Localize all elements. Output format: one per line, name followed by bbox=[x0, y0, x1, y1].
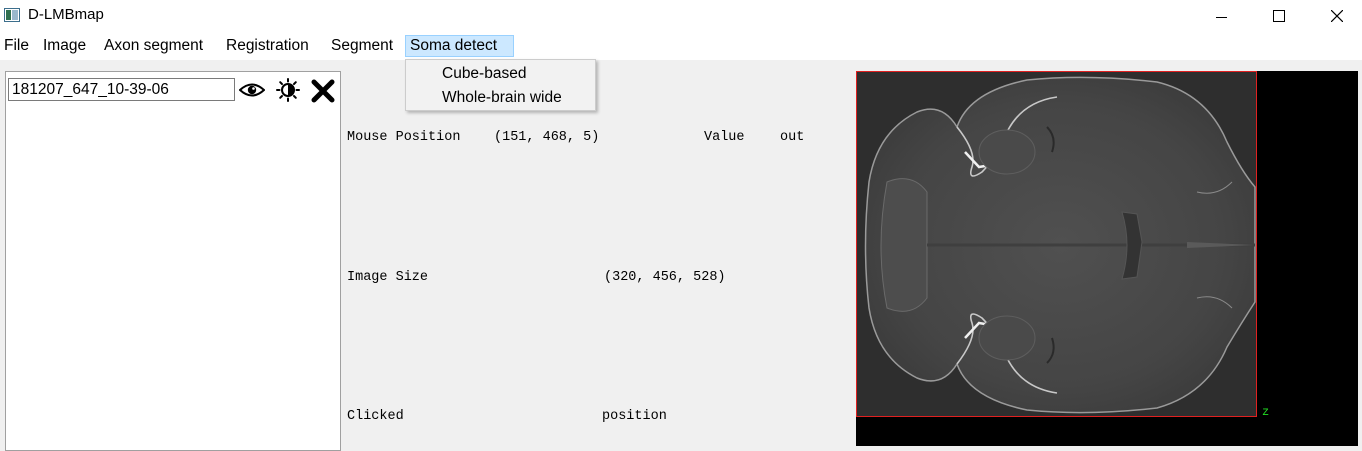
menu-axon-segment[interactable]: Axon segment bbox=[100, 35, 207, 57]
menu-segment[interactable]: Segment bbox=[327, 35, 397, 57]
layer-panel bbox=[5, 71, 341, 451]
maximize-button[interactable] bbox=[1256, 0, 1302, 32]
clicked-label: Clicked bbox=[347, 409, 404, 424]
clicked-position: position bbox=[602, 409, 667, 424]
menu-item-cube-based[interactable]: Cube-based bbox=[442, 65, 526, 83]
layer-name-field[interactable] bbox=[8, 78, 235, 101]
brain-slice-image bbox=[857, 72, 1256, 416]
minimize-icon bbox=[1215, 16, 1227, 18]
close-window-button[interactable] bbox=[1314, 0, 1360, 32]
image-size-value: (320, 456, 528) bbox=[604, 270, 726, 285]
maximize-icon bbox=[1273, 10, 1285, 22]
menu-bar: File Image Axon segment Registration Seg… bbox=[0, 32, 1362, 60]
menu-soma-detect[interactable]: Soma detect bbox=[405, 35, 514, 57]
mouse-position-value: (151, 468, 5) bbox=[494, 130, 600, 145]
brain-slice-frame[interactable] bbox=[856, 71, 1257, 417]
soma-detect-dropdown: Cube-based Whole-brain wide bbox=[405, 59, 596, 111]
menu-file[interactable]: File bbox=[0, 35, 33, 57]
remove-x-icon[interactable] bbox=[311, 79, 335, 103]
eye-icon[interactable] bbox=[239, 81, 265, 99]
brightness-icon[interactable] bbox=[276, 78, 300, 102]
value-readout: out bbox=[780, 130, 805, 145]
title-bar: D-LMBmap bbox=[0, 0, 1362, 32]
minimize-button[interactable] bbox=[1198, 0, 1244, 32]
mouse-position-label: Mouse Position bbox=[347, 130, 461, 145]
menu-item-whole-brain-wide[interactable]: Whole-brain wide bbox=[442, 89, 562, 107]
window-title: D-LMBmap bbox=[28, 6, 104, 23]
menu-image[interactable]: Image bbox=[39, 35, 90, 57]
z-axis-label: z bbox=[1262, 405, 1270, 419]
value-label: Value bbox=[704, 130, 745, 145]
image-viewer[interactable]: z bbox=[856, 71, 1358, 446]
image-size-label: Image Size bbox=[347, 270, 429, 285]
close-icon bbox=[1331, 10, 1343, 22]
menu-registration[interactable]: Registration bbox=[222, 35, 313, 57]
app-window-icon bbox=[4, 8, 20, 22]
